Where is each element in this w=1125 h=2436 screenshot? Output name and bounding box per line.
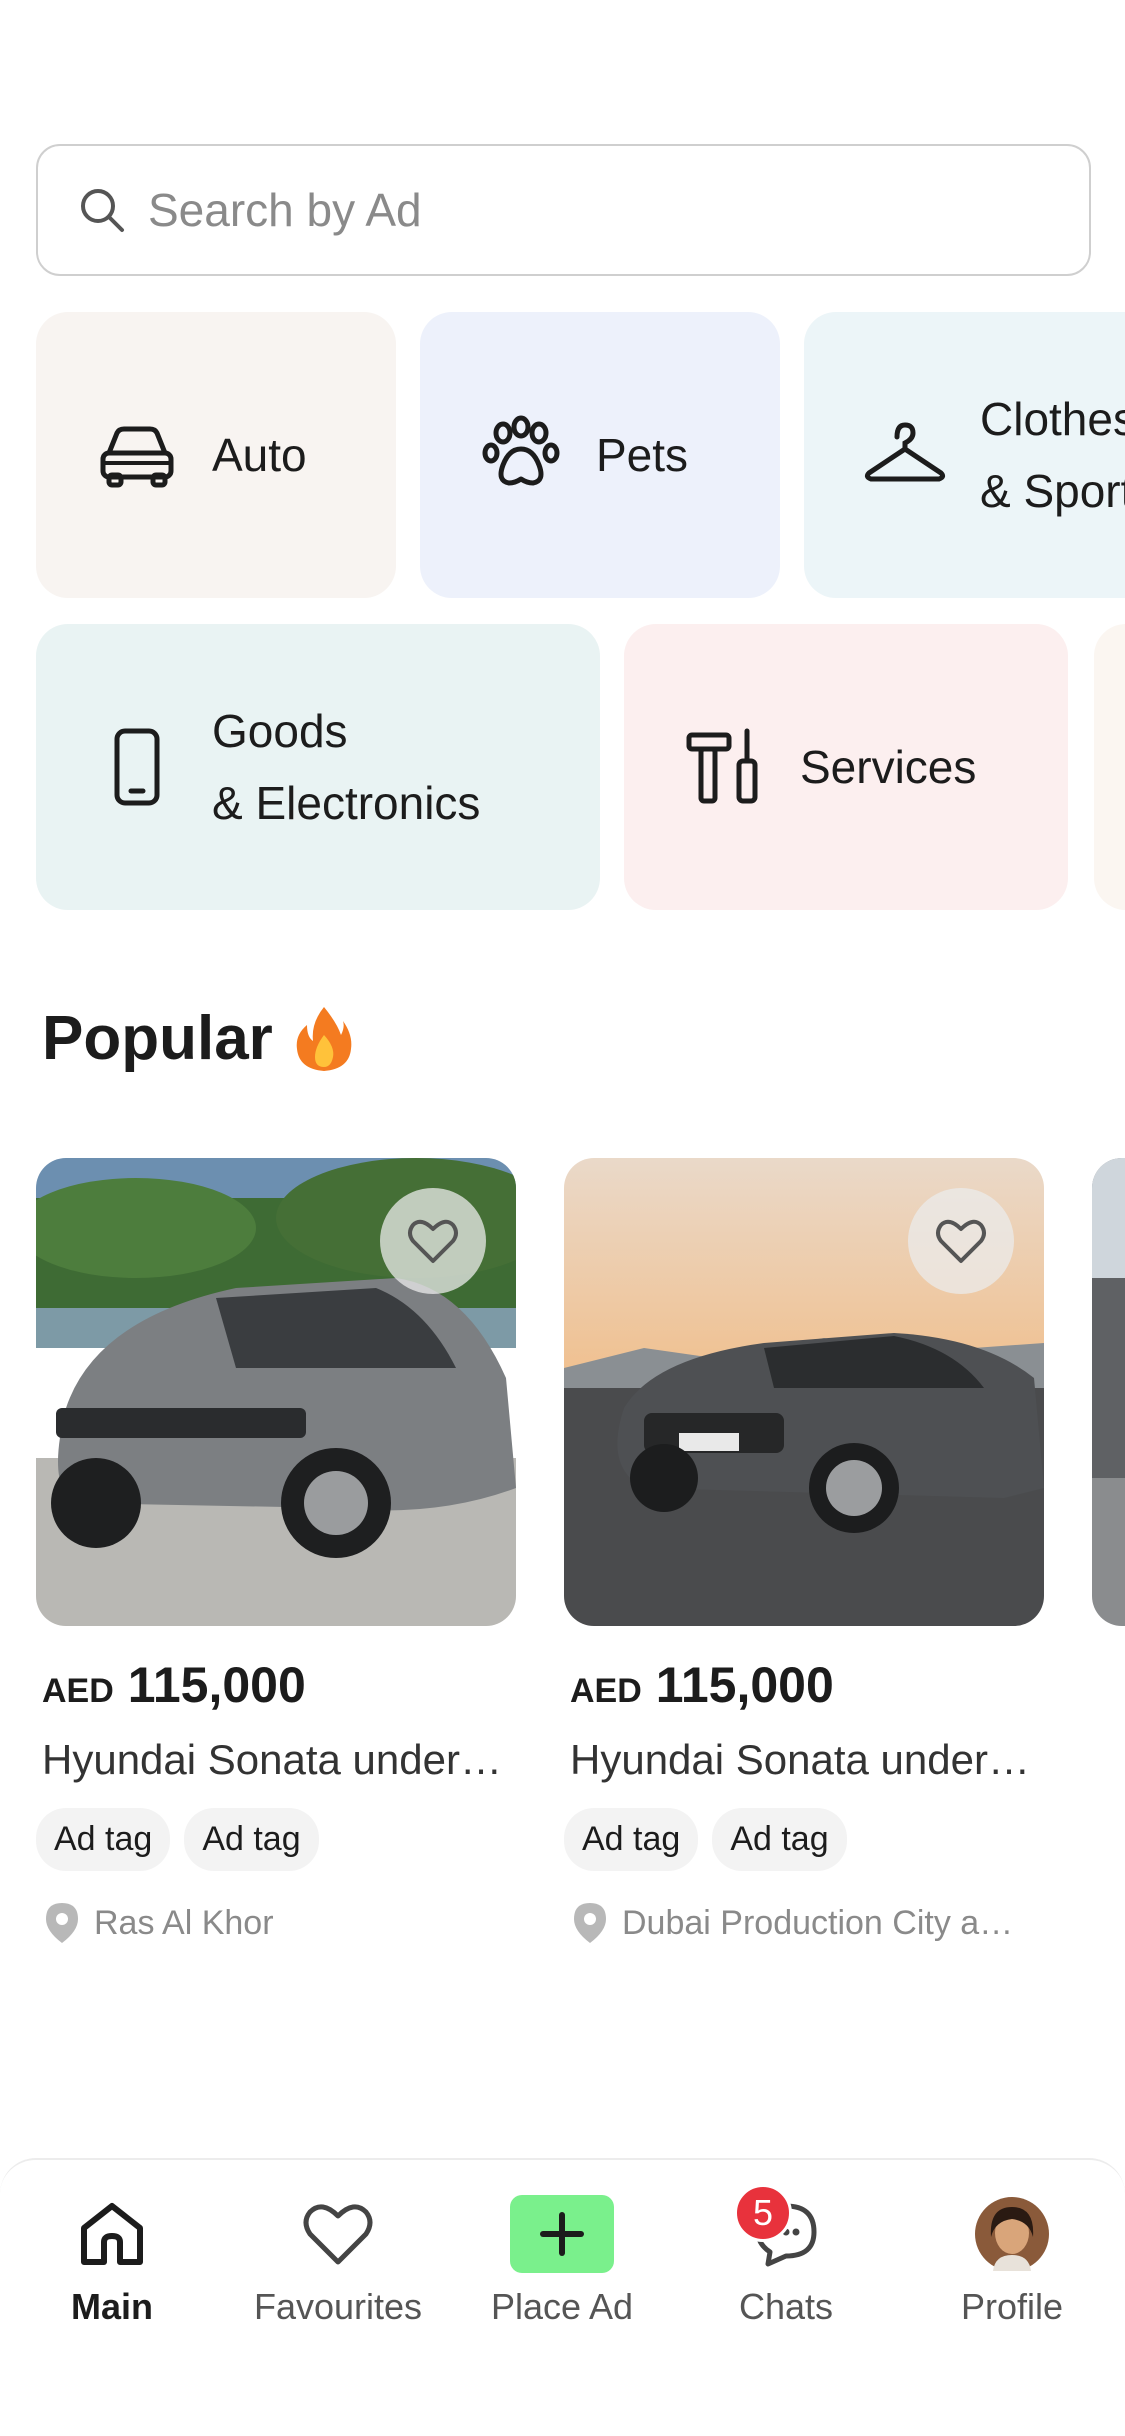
search-bar[interactable] — [36, 144, 1091, 276]
bottom-nav: Main Favourites Place Ad 5 Chats Profile — [0, 2158, 1125, 2436]
price-currency: AED — [570, 1672, 642, 1710]
unread-badge: 5 — [734, 2184, 792, 2242]
nav-profile[interactable]: Profile — [912, 2188, 1112, 2328]
hanger-icon — [864, 422, 946, 482]
ad-title: Hyundai Sonata under… — [570, 1736, 1030, 1783]
ad-tag: Ad tag — [712, 1808, 847, 1871]
favourite-button[interactable] — [380, 1188, 486, 1294]
nav-main[interactable]: Main — [12, 2188, 212, 2328]
nav-label: Chats — [738, 2286, 834, 2327]
category-label: Pets — [596, 429, 689, 481]
ad-tag: Ad tag — [564, 1808, 699, 1871]
category-label: Goods & Electronics — [212, 705, 481, 829]
location-text: Ras Al Khor — [94, 1903, 274, 1942]
home-icon — [81, 2203, 143, 2265]
ad-tag: Ad tag — [36, 1808, 171, 1871]
popular-heading: Popular — [42, 1003, 353, 1074]
place-ad-button[interactable] — [510, 2195, 614, 2273]
ad-tag: Ad tag — [184, 1808, 319, 1871]
search-icon — [81, 189, 124, 232]
ad-tags: Ad tag Ad tag — [36, 1808, 516, 1871]
heart-icon — [303, 2204, 373, 2265]
ad-card-partial[interactable] — [1092, 1158, 1125, 1626]
category-partial[interactable] — [1094, 624, 1125, 910]
plus-icon — [540, 2212, 584, 2256]
tools-icon — [686, 728, 758, 804]
avatar — [975, 2197, 1049, 2271]
category-label: Clothes & Sport — [980, 393, 1125, 517]
phone-icon — [114, 728, 160, 806]
heart-icon — [408, 1219, 458, 1263]
price-amount: 115,000 — [127, 1657, 306, 1713]
nav-place-ad[interactable]: Place Ad — [462, 2188, 662, 2328]
ad-title: Hyundai Sonata under… — [42, 1736, 502, 1783]
ad-card[interactable]: AED 115,000 Hyundai Sonata under… Ad tag… — [564, 1158, 1044, 1945]
category-label: Auto — [212, 429, 307, 481]
ad-image[interactable] — [564, 1158, 1044, 1626]
favourite-button[interactable] — [908, 1188, 1014, 1294]
ad-location: Dubai Production City a… — [564, 1901, 1044, 1945]
price-amount: 115,000 — [655, 1657, 834, 1713]
fire-icon — [296, 1006, 352, 1071]
ad-price: AED 115,000 — [36, 1656, 516, 1714]
ad-image[interactable] — [36, 1158, 516, 1626]
search-input[interactable] — [148, 183, 1048, 237]
price-currency: AED — [42, 1672, 114, 1710]
nav-favourites[interactable]: Favourites — [238, 2188, 438, 2328]
ad-tags: Ad tag Ad tag — [564, 1808, 1044, 1871]
nav-label: Main — [70, 2286, 153, 2327]
location-pin-icon — [46, 1903, 78, 1943]
nav-label: Favourites — [253, 2286, 423, 2327]
nav-label: Profile — [960, 2286, 1064, 2327]
location-pin-icon — [574, 1903, 606, 1943]
ad-price: AED 115,000 — [564, 1656, 1044, 1714]
category-goods-electronics[interactable]: Goods & Electronics — [36, 624, 600, 910]
category-auto[interactable]: Auto — [36, 312, 396, 598]
category-pets[interactable]: Pets — [420, 312, 780, 598]
home-screen: Auto Pets Clothes & Sport — [0, 0, 1125, 2436]
popular-title: Popular — [42, 1004, 273, 1073]
location-text: Dubai Production City a… — [622, 1903, 1014, 1942]
ad-card[interactable]: AED 115,000 Hyundai Sonata under… Ad tag… — [36, 1158, 516, 1945]
ad-image[interactable] — [1092, 1158, 1125, 1626]
category-label: Services — [800, 741, 977, 793]
category-clothes-sport[interactable]: Clothes & Sport — [804, 312, 1125, 598]
car-icon — [100, 426, 174, 488]
nav-label: Place Ad — [490, 2286, 634, 2327]
heart-icon — [936, 1219, 986, 1263]
paw-icon — [482, 415, 560, 486]
nav-chats[interactable]: 5 Chats — [686, 2184, 886, 2328]
category-services[interactable]: Services — [624, 624, 1068, 910]
ad-location: Ras Al Khor — [36, 1901, 516, 1945]
